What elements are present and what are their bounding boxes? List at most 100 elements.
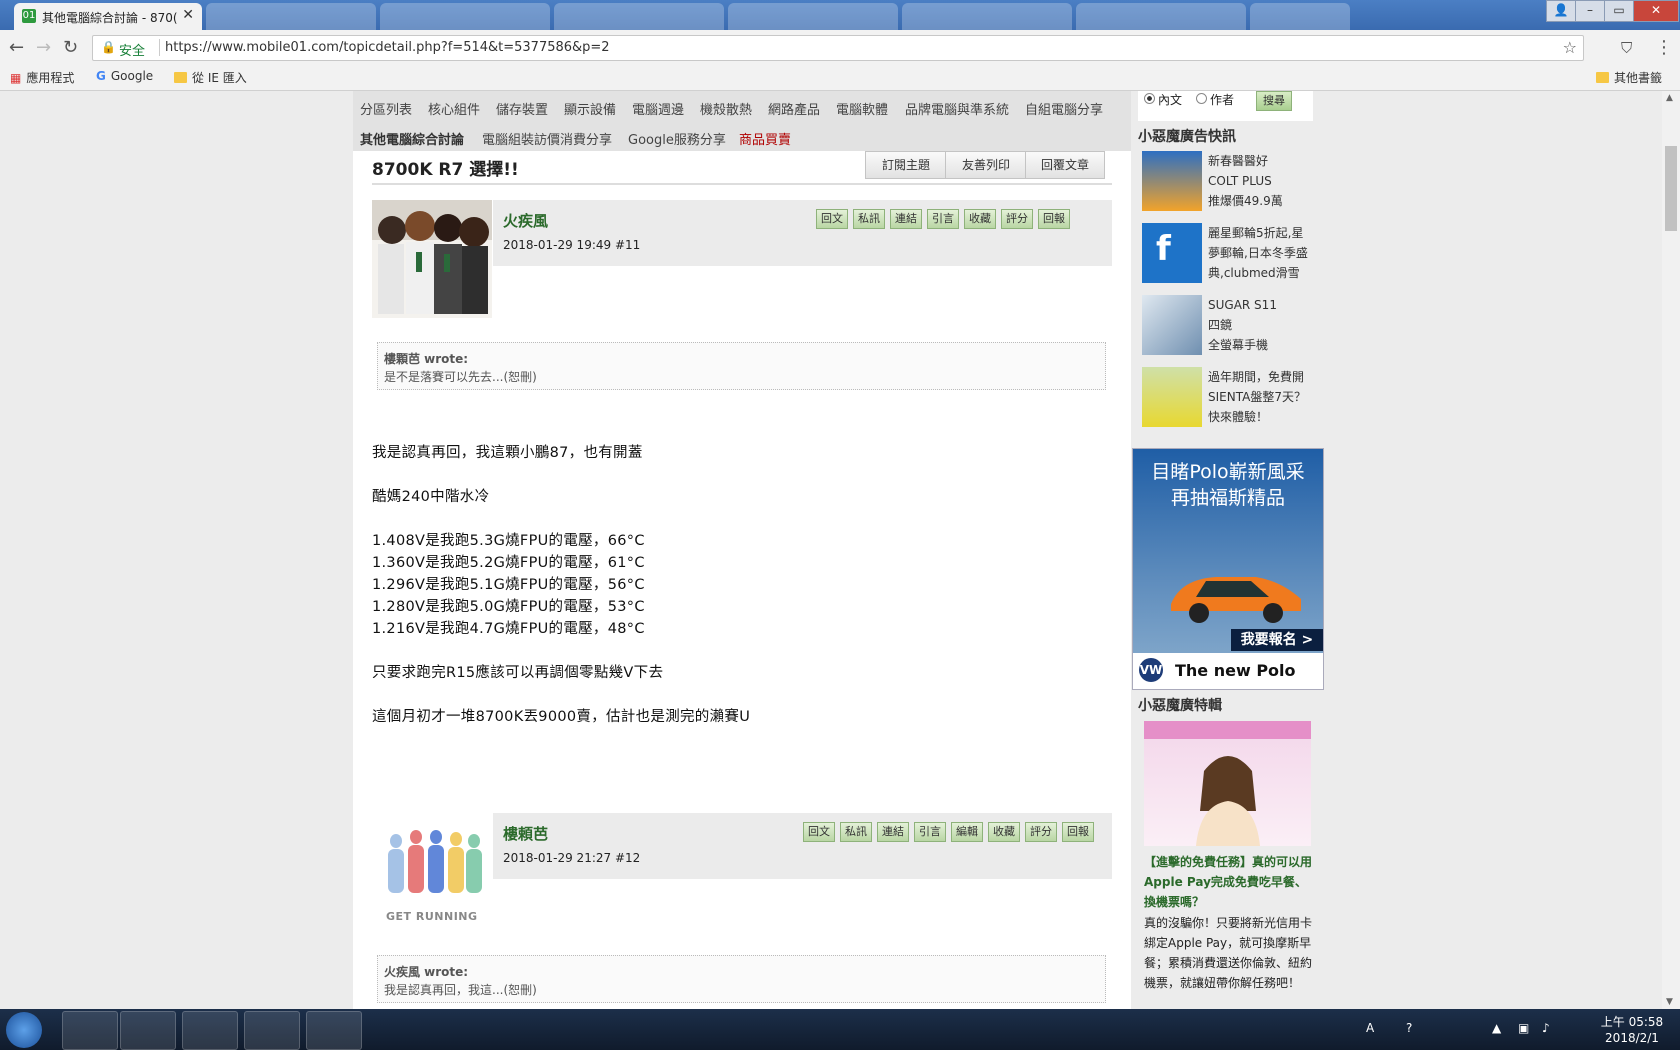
file-explorer-icon[interactable] <box>62 1011 118 1050</box>
category-link[interactable]: 電腦週邊 <box>632 99 684 118</box>
ad-item[interactable]: 新春醫醫好 COLT PLUS 推爆價49.9萬 <box>1208 151 1316 211</box>
url-text[interactable]: https://www.mobile01.com/topicdetail.php… <box>165 40 610 55</box>
post-body-line: 這個月初才一堆8700K丟9000賣，估計也是測完的瀨賽U <box>372 709 751 725</box>
reply-post-button[interactable]: 回文 <box>816 209 848 229</box>
topic-title: 8700K R7 選擇!! <box>372 160 519 180</box>
category-link[interactable]: 電腦組裝訪價消費分享 <box>482 129 612 148</box>
tab-inactive[interactable] <box>206 3 376 30</box>
divider <box>159 39 160 56</box>
ad-item[interactable]: 麗星郵輪5折起,星 夢郵輪,日本冬季盛 典,clubmed滑雪 <box>1208 223 1316 283</box>
bookmark-ie-import[interactable]: 從 IE 匯入 <box>174 69 247 86</box>
category-link[interactable]: 核心組件 <box>428 99 480 118</box>
other-bookmarks[interactable]: 其他書籤 <box>1596 69 1662 86</box>
rate-button[interactable]: 評分 <box>1001 209 1033 229</box>
ad-travel-thumbnail[interactable]: f <box>1142 223 1202 283</box>
forward-icon[interactable]: → <box>36 37 51 58</box>
rate-button[interactable]: 評分 <box>1025 822 1057 842</box>
category-nav: 分區列表 核心組件 儲存裝置 顯示設備 電腦週邊 機殼散熱 網路產品 電腦軟體 … <box>353 91 1131 151</box>
back-icon[interactable]: ← <box>9 37 24 58</box>
favorite-button[interactable]: 收藏 <box>964 209 996 229</box>
help-icon[interactable]: ? <box>1406 1021 1412 1035</box>
category-link[interactable]: 網路產品 <box>768 99 820 118</box>
quote-button[interactable]: 引言 <box>927 209 959 229</box>
edit-button[interactable]: 編輯 <box>951 822 983 842</box>
scroll-up-icon[interactable]: ▲ <box>1666 93 1673 103</box>
google-icon: G <box>96 69 106 83</box>
post-body-line: 1.408V是我跑5.3G燒FPU的電壓，66°C <box>372 533 645 549</box>
private-message-button[interactable]: 私訊 <box>853 209 885 229</box>
show-hidden-icons[interactable]: ▲ <box>1492 1021 1501 1035</box>
post-author[interactable]: 火疾風 <box>503 210 548 231</box>
tab-inactive[interactable] <box>1076 3 1246 30</box>
ad-car-thumbnail[interactable] <box>1142 151 1202 211</box>
bookmark-star-icon[interactable]: ☆ <box>1563 38 1577 57</box>
volume-icon[interactable]: ♪ <box>1542 1021 1550 1035</box>
system-clock[interactable]: 上午 05:58 2018/2/1 <box>1596 1014 1668 1046</box>
category-link[interactable]: 機殼散熱 <box>700 99 752 118</box>
start-button[interactable] <box>6 1012 42 1048</box>
page-scrollbar[interactable]: ▲ ▼ <box>1662 91 1680 1009</box>
close-icon[interactable]: ✕ <box>182 7 194 23</box>
tab-active[interactable]: 01 其他電腦綜合討論 - 870( ✕ <box>14 3 202 30</box>
reply-post-button[interactable]: 回文 <box>803 822 835 842</box>
post-author[interactable]: 樓頼芭 <box>503 823 548 844</box>
link-button[interactable]: 連結 <box>877 822 909 842</box>
ad-phone-thumbnail[interactable] <box>1142 295 1202 355</box>
category-link-current[interactable]: 其他電腦綜合討論 <box>360 129 464 148</box>
search-scope-content[interactable]: 內文 <box>1144 91 1182 108</box>
maximize-icon[interactable]: ▭ <box>1604 0 1634 22</box>
avatar[interactable]: GET RUNNING <box>372 813 492 931</box>
subscribe-topic-button[interactable]: 訂閱主題 <box>865 151 947 179</box>
search-scope-author[interactable]: 作者 <box>1196 91 1234 108</box>
signup-button[interactable]: 我要報名 > <box>1231 629 1323 651</box>
category-link[interactable]: 顯示設備 <box>564 99 616 118</box>
quote-button[interactable]: 引言 <box>914 822 946 842</box>
network-icon[interactable]: ▣ <box>1518 1021 1529 1035</box>
scrollbar-thumb[interactable] <box>1665 146 1677 231</box>
ad-car-thumbnail[interactable] <box>1142 367 1202 427</box>
category-link[interactable]: 電腦軟體 <box>836 99 888 118</box>
notepad-icon[interactable] <box>182 1011 238 1050</box>
tab-inactive[interactable] <box>1250 3 1350 30</box>
ad-item[interactable]: 過年期間，免費開 SIENTA盤整7天？ 快來體驗！ <box>1208 367 1316 427</box>
media-app-icon[interactable] <box>244 1011 300 1050</box>
profile-icon[interactable]: 👤 <box>1546 0 1576 22</box>
tray-app-icon[interactable]: A <box>1366 1021 1374 1035</box>
reload-icon[interactable]: ↻ <box>63 37 78 58</box>
app-icon[interactable] <box>306 1011 362 1050</box>
category-link[interactable]: Google服務分享 <box>628 129 726 148</box>
post-header: 火疾風 2018-01-29 19:49 #11 回文 私訊 連結 引言 收藏 … <box>493 200 1112 266</box>
category-link[interactable]: 儲存裝置 <box>496 99 548 118</box>
shield-icon[interactable]: ⛉ <box>1621 39 1632 57</box>
window-close-icon[interactable]: ✕ <box>1633 0 1679 22</box>
favorite-button[interactable]: 收藏 <box>988 822 1020 842</box>
tab-inactive[interactable] <box>902 3 1072 30</box>
avatar[interactable] <box>372 200 492 318</box>
tab-inactive[interactable] <box>380 3 550 30</box>
feature-title-link[interactable]: 【進擊的免費任務】真的可以用Apple Pay完成免費吃早餐、換機票嗎？ <box>1144 852 1314 912</box>
bookmark-google[interactable]: G Google <box>96 69 153 83</box>
feature-image[interactable] <box>1144 721 1311 846</box>
tab-inactive[interactable] <box>554 3 724 30</box>
bookmark-apps[interactable]: ▦ 應用程式 <box>10 69 74 86</box>
browser-tab-strip: 01 其他電腦綜合討論 - 870( ✕ 👤 – ▭ ✕ <box>0 0 1680 30</box>
print-friendly-button[interactable]: 友善列印 <box>945 151 1027 179</box>
tab-inactive[interactable] <box>728 3 898 30</box>
category-link[interactable]: 自組電腦分享 <box>1025 99 1103 118</box>
report-button[interactable]: 回報 <box>1038 209 1070 229</box>
minimize-icon[interactable]: – <box>1575 0 1605 22</box>
menu-icon[interactable]: ⋮ <box>1655 37 1673 58</box>
address-bar[interactable]: 🔒 安全 https://www.mobile01.com/topicdetai… <box>92 35 1584 61</box>
search-button[interactable]: 搜尋 <box>1256 91 1292 111</box>
private-message-button[interactable]: 私訊 <box>840 822 872 842</box>
scroll-down-icon[interactable]: ▼ <box>1666 997 1673 1007</box>
polo-banner-ad[interactable]: 目睹Polo嶄新風采 再抽福斯精品 我要報名 > VW The new Polo <box>1132 448 1324 690</box>
report-button[interactable]: 回報 <box>1062 822 1094 842</box>
chrome-icon[interactable] <box>120 1011 176 1050</box>
reply-topic-button[interactable]: 回覆文章 <box>1025 151 1105 179</box>
category-link-marketplace[interactable]: 商品買賣 <box>739 129 791 148</box>
link-button[interactable]: 連結 <box>890 209 922 229</box>
category-link[interactable]: 品牌電腦與準系統 <box>905 99 1009 118</box>
category-link[interactable]: 分區列表 <box>360 99 412 118</box>
ad-item[interactable]: SUGAR S11 四鏡 全螢幕手機 <box>1208 295 1316 355</box>
